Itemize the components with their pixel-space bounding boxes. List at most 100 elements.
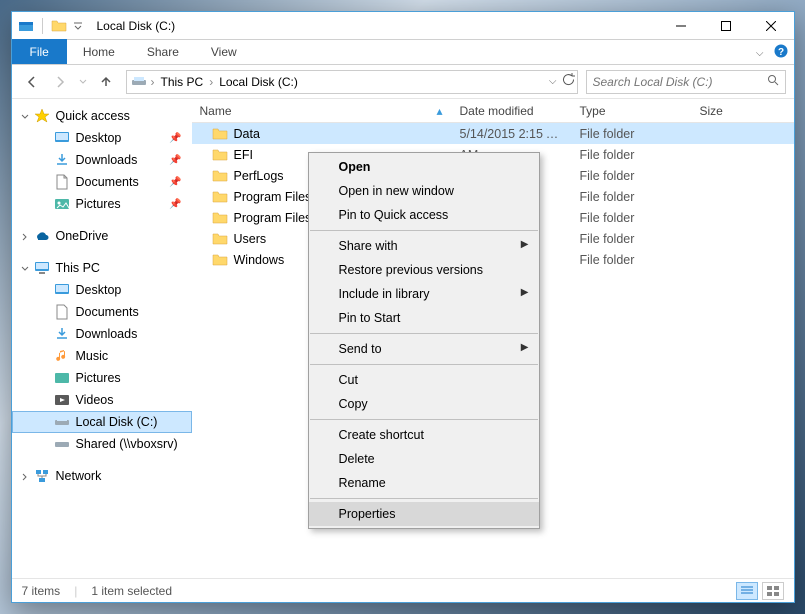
ctx-cut[interactable]: Cut [309, 368, 539, 392]
desktop-icon [54, 282, 70, 298]
separator [310, 364, 538, 365]
submenu-arrow-icon: ▶ [521, 287, 529, 298]
cell-date: 5/14/2015 2:15 AM [452, 127, 572, 141]
minimize-button[interactable] [659, 12, 704, 40]
nav-pc-music[interactable]: Music [12, 345, 192, 367]
nav-quick-access[interactable]: Quick access [12, 105, 192, 127]
breadcrumb-item[interactable]: This PC [157, 75, 208, 89]
downloads-icon [54, 326, 70, 342]
view-large-icons-button[interactable] [762, 582, 784, 600]
explorer-window: Local Disk (C:) File Home Share View ⌵ ? [11, 11, 795, 603]
nav-desktop[interactable]: Desktop📌 [12, 127, 192, 149]
view-details-button[interactable] [736, 582, 758, 600]
nav-pc-videos[interactable]: Videos [12, 389, 192, 411]
column-date[interactable]: Date modified [452, 104, 572, 118]
refresh-icon[interactable] [561, 73, 575, 90]
nav-downloads[interactable]: Downloads📌 [12, 149, 192, 171]
search-icon[interactable] [767, 74, 779, 89]
file-tab[interactable]: File [12, 39, 67, 64]
ctx-include-library[interactable]: Include in library▶ [309, 282, 539, 306]
nav-this-pc[interactable]: This PC [12, 257, 192, 279]
ctx-rename[interactable]: Rename [309, 471, 539, 495]
chevron-down-icon[interactable] [20, 263, 30, 273]
nav-pc-pictures[interactable]: Pictures [12, 367, 192, 389]
nav-pc-documents[interactable]: Documents [12, 301, 192, 323]
column-size[interactable]: Size [692, 104, 772, 118]
maximize-button[interactable] [704, 12, 749, 40]
nav-pc-desktop[interactable]: Desktop [12, 279, 192, 301]
chevron-right-icon[interactable]: › [207, 75, 215, 89]
ctx-open-new-window[interactable]: Open in new window [309, 179, 539, 203]
folder-icon [212, 253, 228, 267]
chevron-right-icon[interactable]: › [149, 75, 157, 89]
ctx-send-to[interactable]: Send to▶ [309, 337, 539, 361]
search-input[interactable] [593, 75, 779, 89]
column-label: Name [200, 104, 232, 118]
network-drive-icon [54, 436, 70, 452]
app-icon [18, 18, 34, 34]
nav-pc-downloads[interactable]: Downloads [12, 323, 192, 345]
column-type[interactable]: Type [572, 104, 692, 118]
column-name[interactable]: Name▴ [192, 104, 452, 118]
ctx-pin-start[interactable]: Pin to Start [309, 306, 539, 330]
column-headers: Name▴ Date modified Type Size [192, 99, 794, 123]
nav-pc-shared[interactable]: Shared (\\vboxsrv) [12, 433, 192, 455]
cell-type: File folder [572, 232, 692, 246]
ctx-properties[interactable]: Properties [309, 502, 539, 526]
divider: | [74, 584, 77, 598]
file-name: Program Files [234, 211, 312, 225]
separator [310, 333, 538, 334]
nav-label: OneDrive [56, 229, 109, 243]
nav-network[interactable]: Network [12, 465, 192, 487]
nav-documents[interactable]: Documents📌 [12, 171, 192, 193]
back-button[interactable] [20, 70, 44, 94]
ctx-create-shortcut[interactable]: Create shortcut [309, 423, 539, 447]
table-row[interactable]: Data5/14/2015 2:15 AMFile folder [192, 123, 794, 144]
folder-icon [212, 127, 228, 141]
ctx-share-with[interactable]: Share with▶ [309, 234, 539, 258]
search-box[interactable] [586, 70, 786, 94]
address-bar[interactable]: › This PC › Local Disk (C:) ⌵ [126, 70, 578, 94]
help-icon[interactable]: ? [774, 44, 788, 63]
separator [310, 498, 538, 499]
tab-view[interactable]: View [195, 39, 253, 64]
tab-share[interactable]: Share [131, 39, 195, 64]
submenu-arrow-icon: ▶ [521, 342, 529, 353]
folder-icon[interactable] [51, 18, 67, 34]
chevron-right-icon[interactable] [20, 231, 30, 241]
nav-pc-local-disk[interactable]: Local Disk (C:) [12, 411, 192, 433]
nav-label: Downloads [76, 327, 138, 341]
nav-onedrive[interactable]: OneDrive [12, 225, 192, 247]
forward-button[interactable] [48, 70, 72, 94]
nav-label: Network [56, 469, 102, 483]
nav-pictures[interactable]: Pictures📌 [12, 193, 192, 215]
nav-label: Music [76, 349, 109, 363]
breadcrumb-item[interactable]: Local Disk (C:) [215, 75, 302, 89]
cell-type: File folder [572, 190, 692, 204]
nav-label: Quick access [56, 109, 130, 123]
downloads-icon [54, 152, 70, 168]
music-icon [54, 348, 70, 364]
context-menu: Open Open in new window Pin to Quick acc… [308, 152, 540, 529]
ctx-open[interactable]: Open [309, 155, 539, 179]
window-controls [659, 12, 794, 40]
recent-dropdown[interactable] [76, 70, 90, 94]
ctx-restore-versions[interactable]: Restore previous versions [309, 258, 539, 282]
ctx-copy[interactable]: Copy [309, 392, 539, 416]
tab-home[interactable]: Home [67, 39, 131, 64]
nav-label: Videos [76, 393, 114, 407]
pin-icon: 📌 [169, 199, 181, 210]
submenu-arrow-icon: ▶ [521, 239, 529, 250]
ctx-delete[interactable]: Delete [309, 447, 539, 471]
expand-ribbon-icon[interactable]: ⌵ [756, 48, 764, 59]
dropdown-icon[interactable] [73, 18, 83, 34]
ctx-pin-quick-access[interactable]: Pin to Quick access [309, 203, 539, 227]
chevron-right-icon[interactable] [20, 471, 30, 481]
close-button[interactable] [749, 12, 794, 40]
up-button[interactable] [94, 70, 118, 94]
pin-icon: 📌 [169, 155, 181, 166]
cell-type: File folder [572, 127, 692, 141]
address-dropdown-icon[interactable]: ⌵ [549, 76, 557, 87]
chevron-down-icon[interactable] [20, 111, 30, 121]
folder-icon [212, 148, 228, 162]
